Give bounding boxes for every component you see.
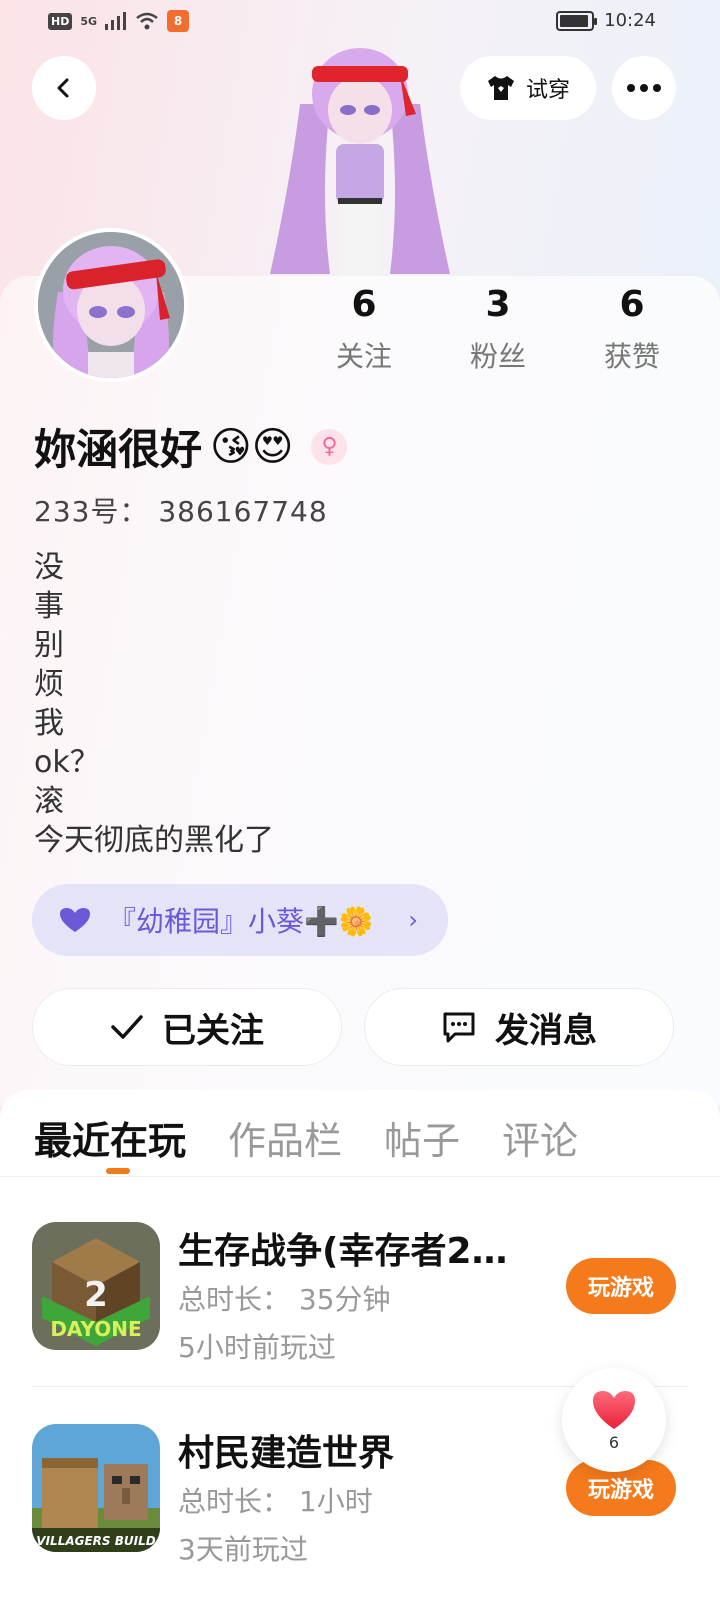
heart-icon — [593, 1390, 635, 1429]
profile-tabs: 最近在玩 作品栏 帖子 评论 — [34, 1110, 578, 1170]
try-on-label: 试穿 — [525, 78, 570, 103]
bio-line: 烦 — [34, 667, 64, 702]
avatar[interactable] — [34, 228, 188, 382]
game-icon-number: 2 — [84, 1275, 108, 1315]
game-duration: 总时长： 1小时 — [178, 1485, 373, 1518]
bio-line: 没 — [34, 550, 64, 585]
followers-label: 粉丝 — [469, 340, 526, 373]
bio-line: 我 — [34, 706, 64, 741]
username-row: 妳涵很好 😘😍 ♀ — [34, 416, 348, 477]
stat-followers[interactable]: 3 粉丝 — [448, 284, 548, 375]
bio-line: 今天彻底的黑化了 — [34, 823, 274, 858]
game-list-item[interactable]: 2 DAYONE 生存战争(幸存者2… 总时长： 35分钟 5小时前玩过 玩游戏 — [32, 1222, 692, 1364]
chat-bubble-icon — [443, 1012, 475, 1043]
game-icon-text: VILLAGERS BUILD — [36, 1534, 155, 1548]
followed-label: 已关注 — [162, 1010, 264, 1051]
followers-count: 3 — [485, 284, 511, 325]
tab-posts[interactable]: 帖子 — [384, 1110, 460, 1170]
send-message-label: 发消息 — [495, 1010, 597, 1051]
honor-label: 『幼稚园』小葵➕🌼 — [108, 905, 374, 938]
heart-badge-icon — [60, 908, 90, 932]
stats-row: 6 关注 3 粉丝 6 获赞 — [320, 284, 700, 384]
stat-following[interactable]: 6 关注 — [314, 284, 414, 375]
bio: 没 事 别 烦 我 ok？ 滚 今天彻底的黑化了 — [34, 548, 274, 860]
game-icon-survival-war: 2 DAYONE — [32, 1222, 160, 1350]
check-icon — [111, 1015, 143, 1039]
try-on-button[interactable]: 试穿 — [460, 56, 596, 120]
female-gender-icon: ♀ — [311, 428, 348, 465]
network-type: 5G — [80, 14, 98, 28]
floating-like-button[interactable]: 6 — [562, 1368, 666, 1472]
clock: 10:24 — [604, 10, 656, 31]
back-arrow-icon — [57, 78, 69, 98]
game-title: 村民建造世界 — [178, 1433, 395, 1474]
more-dots-icon — [627, 84, 661, 92]
game-last-played: 5小时前玩过 — [178, 1331, 336, 1364]
bio-line: ok？ — [34, 745, 100, 780]
signal-icon — [105, 12, 127, 30]
active-tab-indicator — [106, 1168, 130, 1174]
user-id: 233号： 386167748 — [34, 495, 328, 528]
game-duration: 总时长： 35分钟 — [178, 1283, 391, 1316]
play-game-button[interactable]: 玩游戏 — [566, 1258, 676, 1314]
honor-badge-chip[interactable]: 『幼稚园』小葵➕🌼 › — [32, 884, 448, 956]
divider — [0, 1176, 720, 1177]
stat-likes[interactable]: 6 获赞 — [582, 284, 682, 375]
hd-indicator: HD — [48, 12, 73, 30]
more-options-button[interactable] — [612, 56, 676, 120]
likes-label: 获赞 — [603, 340, 660, 373]
tab-comments[interactable]: 评论 — [502, 1110, 578, 1170]
tab-works[interactable]: 作品栏 — [228, 1110, 342, 1170]
bio-line: 事 — [34, 589, 64, 624]
app-notification-icon: 8 — [167, 10, 190, 32]
username: 妳涵很好 — [34, 425, 203, 474]
game-icon-villagers-build: VILLAGERS BUILD — [32, 1424, 160, 1552]
username-emojis: 😘😍 — [210, 423, 294, 470]
shirt-icon — [487, 76, 514, 100]
following-label: 关注 — [335, 340, 392, 373]
battery-icon — [556, 10, 598, 31]
status-bar: HD 5G 8 10:24 — [0, 0, 720, 44]
game-title: 生存战争(幸存者2… — [178, 1231, 508, 1272]
wifi-icon — [136, 12, 158, 30]
send-message-button[interactable]: 发消息 — [364, 988, 674, 1066]
following-count: 6 — [351, 284, 377, 325]
likes-count: 6 — [619, 284, 645, 325]
like-count: 6 — [608, 1432, 620, 1452]
chevron-right-icon: › — [408, 906, 418, 934]
avatar-figure-image — [260, 44, 460, 284]
game-icon-text: DAYONE — [50, 1317, 141, 1341]
bio-line: 别 — [34, 628, 64, 663]
back-button[interactable] — [32, 56, 96, 120]
game-last-played: 3天前玩过 — [178, 1533, 308, 1566]
bio-line: 滚 — [34, 784, 64, 819]
followed-button[interactable]: 已关注 — [32, 988, 342, 1066]
tab-recently-played[interactable]: 最近在玩 — [34, 1110, 186, 1170]
